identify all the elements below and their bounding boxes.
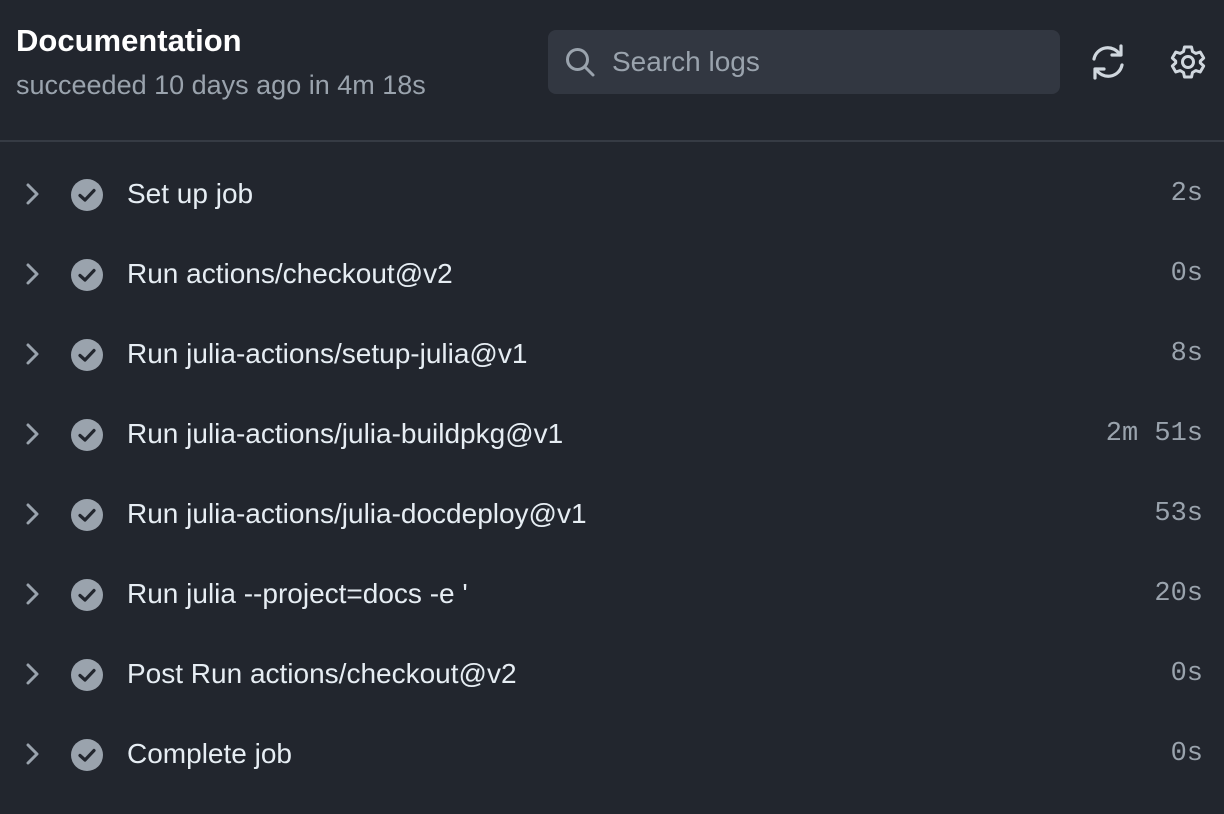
chevron-right-icon[interactable] <box>20 420 46 448</box>
step-row[interactable]: Run julia-actions/julia-docdeploy@v1 53s <box>0 474 1224 554</box>
refresh-icon <box>1086 44 1130 88</box>
step-duration: 0s <box>1170 259 1203 289</box>
check-circle-icon <box>70 258 104 292</box>
check-circle-icon <box>70 178 104 212</box>
job-status-summary: succeeded 10 days ago in 4m 18s <box>16 70 426 100</box>
chevron-right-icon[interactable] <box>20 740 46 768</box>
settings-button[interactable] <box>1166 40 1210 84</box>
chevron-right-icon[interactable] <box>20 500 46 528</box>
step-name: Post Run actions/checkout@v2 <box>127 658 517 689</box>
step-duration: 0s <box>1170 739 1203 769</box>
check-circle-icon <box>70 338 104 372</box>
step-duration: 2m 51s <box>1105 419 1203 449</box>
search-input[interactable] <box>612 30 1042 94</box>
step-row[interactable]: Set up job 2s <box>0 154 1224 234</box>
step-name: Run julia-actions/julia-buildpkg@v1 <box>127 418 564 449</box>
check-circle-icon <box>70 498 104 532</box>
chevron-right-icon[interactable] <box>20 340 46 368</box>
step-name: Complete job <box>127 738 292 769</box>
step-row[interactable]: Complete job 0s <box>0 714 1224 794</box>
page-title: Documentation <box>16 23 242 58</box>
step-duration: 2s <box>1170 179 1203 209</box>
chevron-right-icon[interactable] <box>20 260 46 288</box>
chevron-right-icon[interactable] <box>20 180 46 208</box>
chevron-right-icon[interactable] <box>20 660 46 688</box>
step-name: Set up job <box>127 178 254 209</box>
step-row[interactable]: Run julia --project=docs -e ' 20s <box>0 554 1224 634</box>
step-row[interactable]: Post Run actions/checkout@v2 0s <box>0 634 1224 714</box>
gear-icon <box>1166 45 1210 88</box>
step-name: Run julia --project=docs -e ' <box>127 578 468 609</box>
steps-list: Set up job 2s Run actions/checkout@v2 0s… <box>0 154 1224 794</box>
step-duration: 53s <box>1154 499 1203 529</box>
job-header: Documentation succeeded 10 days ago in 4… <box>0 0 1224 142</box>
check-circle-icon <box>70 578 104 612</box>
step-duration: 0s <box>1170 659 1203 689</box>
search-box[interactable] <box>548 30 1060 94</box>
check-circle-icon <box>70 738 104 772</box>
step-name: Run julia-actions/setup-julia@v1 <box>127 338 528 369</box>
step-row[interactable]: Run actions/checkout@v2 0s <box>0 234 1224 314</box>
step-name: Run julia-actions/julia-docdeploy@v1 <box>127 498 587 529</box>
search-icon <box>564 46 596 78</box>
check-circle-icon <box>70 418 104 452</box>
step-duration: 20s <box>1154 579 1203 609</box>
check-circle-icon <box>70 658 104 692</box>
refresh-button[interactable] <box>1086 40 1130 84</box>
step-row[interactable]: Run julia-actions/setup-julia@v1 8s <box>0 314 1224 394</box>
chevron-right-icon[interactable] <box>20 580 46 608</box>
step-duration: 8s <box>1170 339 1203 369</box>
step-name: Run actions/checkout@v2 <box>127 258 453 289</box>
step-row[interactable]: Run julia-actions/julia-buildpkg@v1 2m 5… <box>0 394 1224 474</box>
